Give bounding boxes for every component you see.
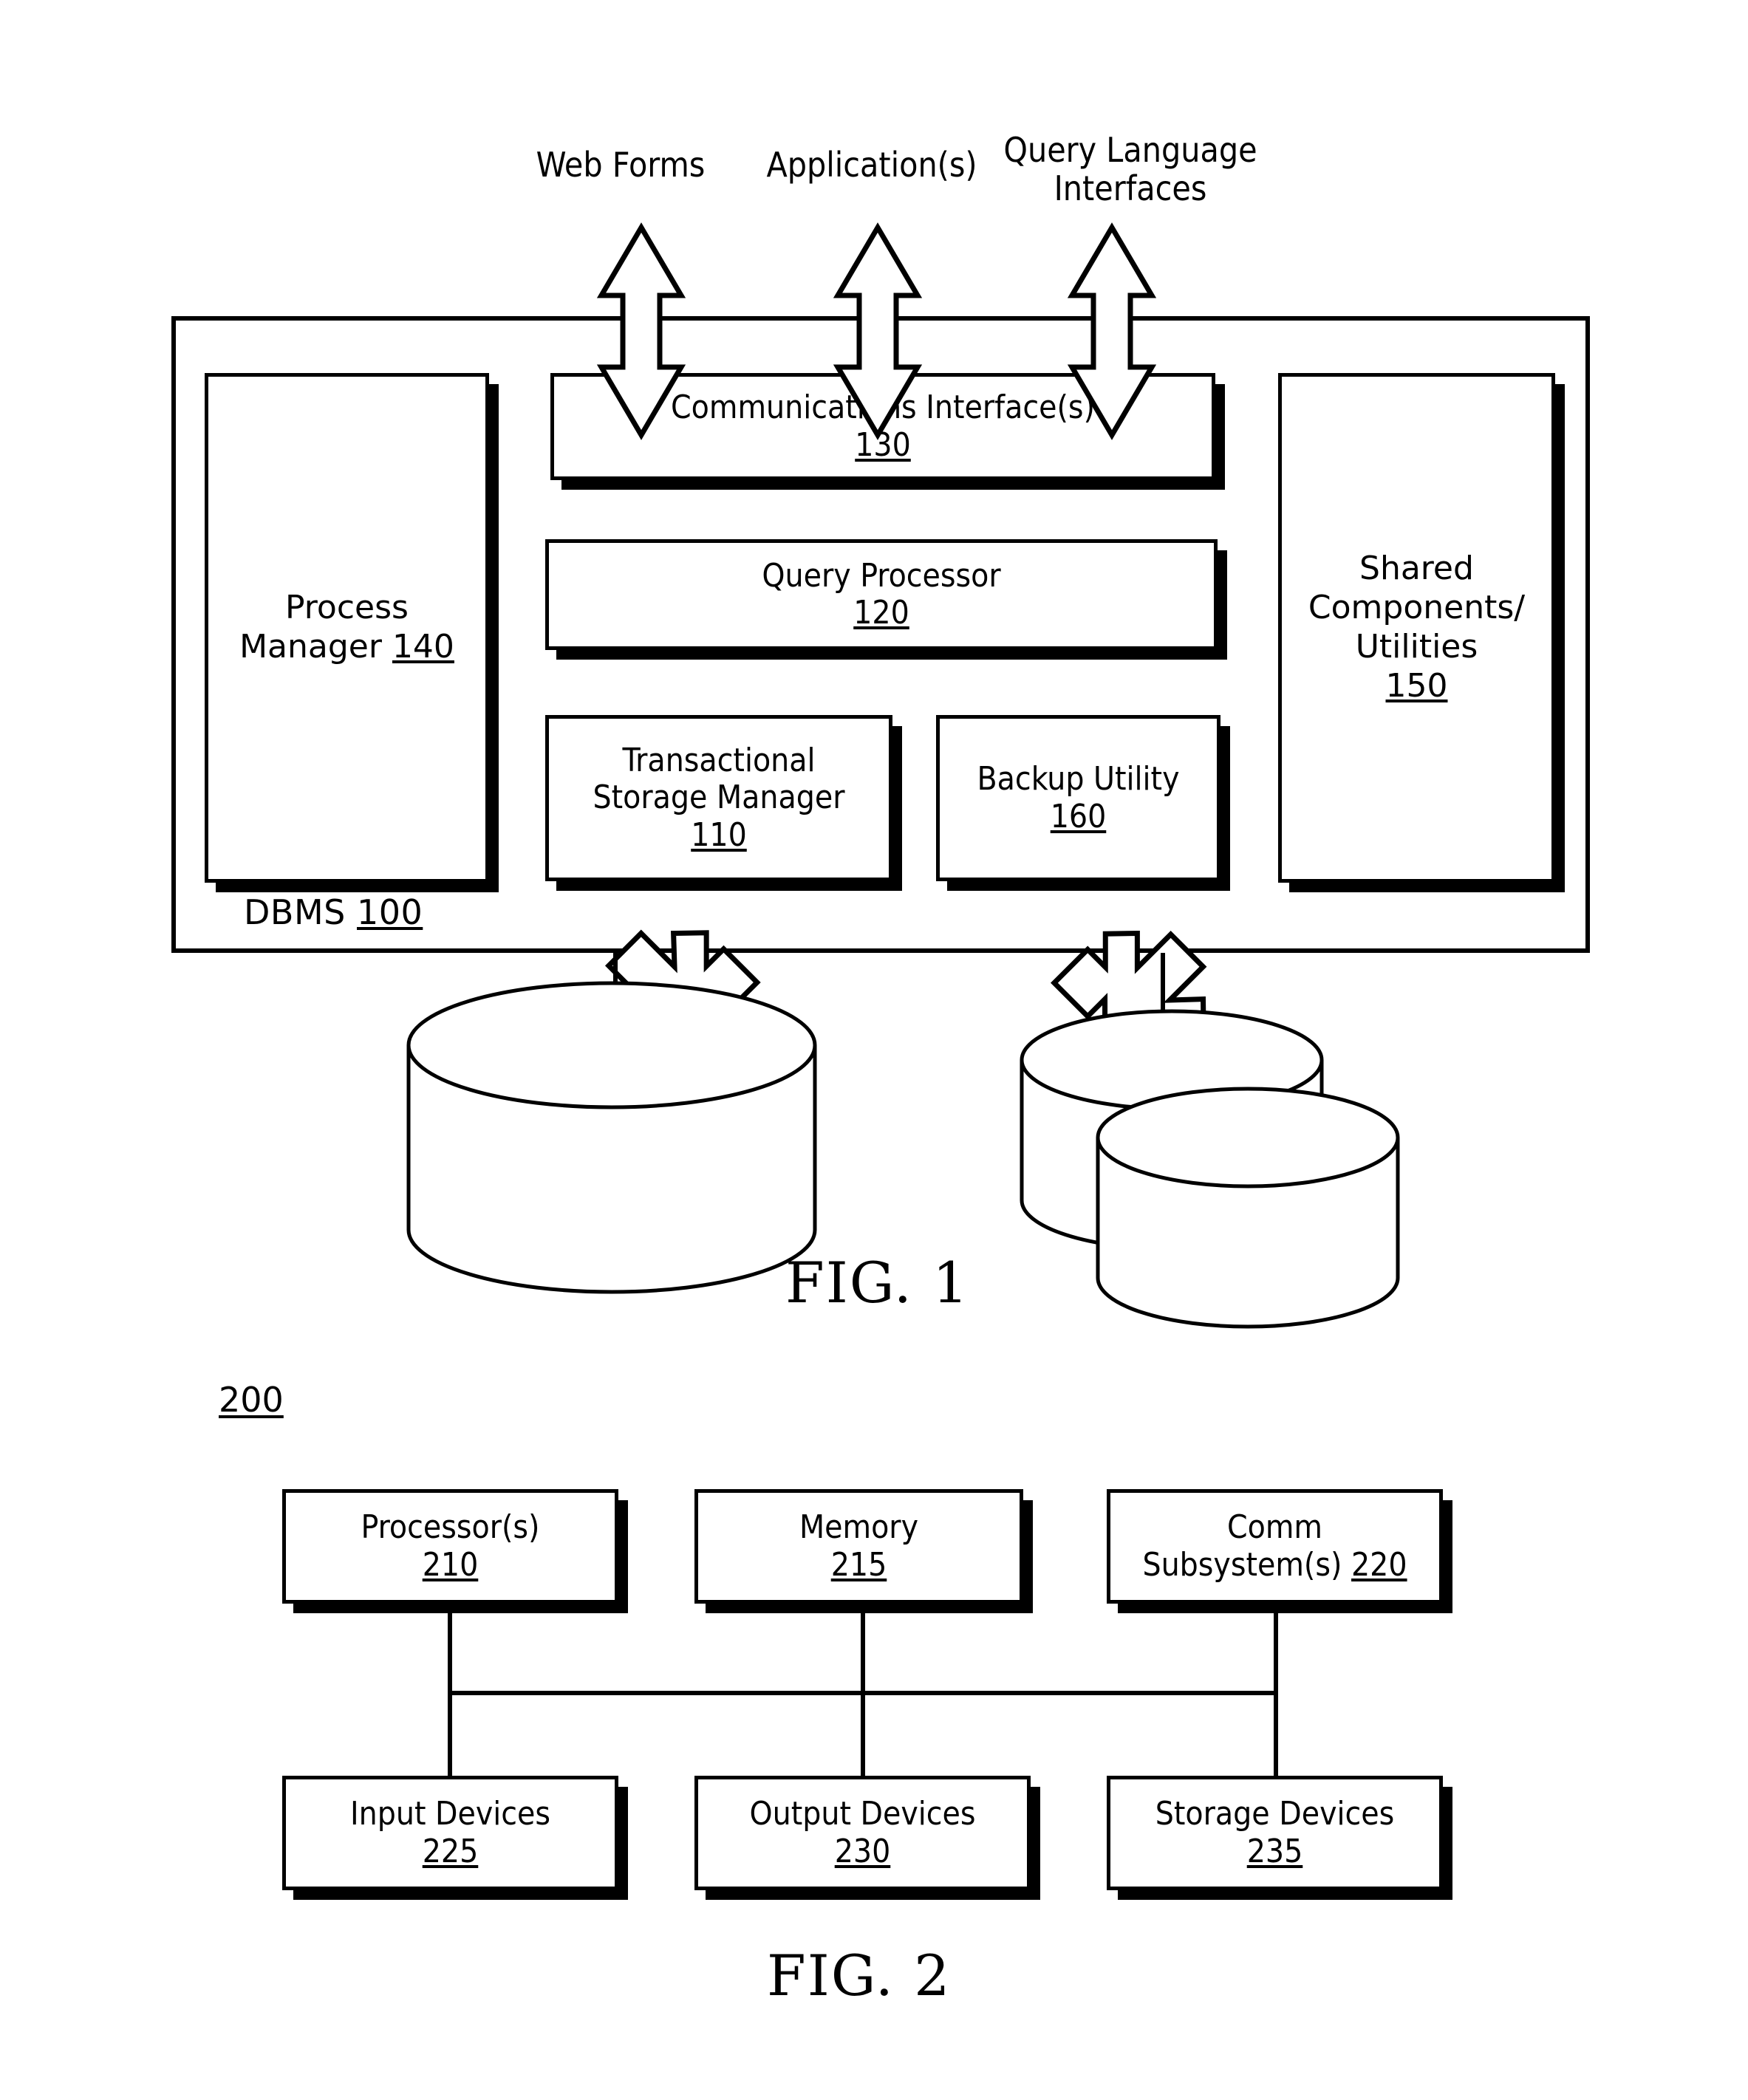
box-shared-components-utilities[interactable]: Shared Components/ Utilities 150 xyxy=(1278,373,1555,883)
box-query-processor-title: Query Processor xyxy=(762,556,1001,595)
interface-label-applications: Application(s) xyxy=(766,145,977,185)
box-output-devices-number: 230 xyxy=(834,1832,891,1870)
cylinder-180-back xyxy=(1020,1009,1324,1251)
box-backup-utility[interactable]: Backup Utility 160 xyxy=(936,715,1220,881)
box-input-devices-title: Input Devices xyxy=(349,1795,551,1833)
box-memory-content: Memory 215 xyxy=(792,1509,926,1583)
figure-1-caption: FIG. 1 xyxy=(785,1250,970,1316)
box-communications-interface-number: 130 xyxy=(855,425,911,464)
storage-170-number: 170 xyxy=(584,1152,649,1192)
box-communications-interface-title: Communications Interface(s) xyxy=(671,389,1095,427)
box-process-manager-number: 140 xyxy=(392,628,454,666)
box-transactional-storage-manager-title: Transactional Storage Manager xyxy=(593,742,845,817)
box-process-manager-content: Process Manager 140 xyxy=(232,589,462,667)
box-storage-devices-title: Storage Devices xyxy=(1155,1795,1395,1833)
box-communications-interface-content: Communications Interface(s) 130 xyxy=(663,389,1102,463)
figure-2-system-number: 200 xyxy=(219,1380,284,1420)
box-storage-devices-content: Storage Devices 235 xyxy=(1148,1796,1402,1870)
box-processors-title: Processor(s) xyxy=(361,1508,540,1547)
box-query-processor-number: 120 xyxy=(853,594,909,632)
box-output-devices-title: Output Devices xyxy=(749,1795,976,1833)
box-processors[interactable]: Processor(s) 210 xyxy=(282,1489,618,1604)
box-backup-utility-number: 160 xyxy=(1050,797,1107,835)
box-storage-devices-number: 235 xyxy=(1246,1832,1303,1870)
cylinder-170 xyxy=(406,981,817,1294)
box-query-processor-content: Query Processor 120 xyxy=(754,556,1008,632)
box-input-devices-number: 225 xyxy=(422,1832,479,1870)
box-backup-utility-title: Backup Utility xyxy=(977,760,1180,798)
box-input-devices[interactable]: Input Devices 225 xyxy=(282,1776,618,1890)
interface-label-web-forms: Web Forms xyxy=(536,145,706,185)
box-memory-number: 215 xyxy=(830,1545,887,1584)
box-comm-subsystems-content: Comm Subsystem(s) 220 xyxy=(1135,1509,1414,1583)
dbms-label: DBMS 100 xyxy=(244,892,423,932)
box-comm-subsystems[interactable]: Comm Subsystem(s) 220 xyxy=(1107,1489,1443,1604)
box-processors-number: 210 xyxy=(422,1545,479,1584)
box-communications-interface[interactable]: Communications Interface(s) 130 xyxy=(550,373,1215,480)
dbms-reference-number: 100 xyxy=(357,892,423,932)
dbms-label-text: DBMS xyxy=(244,892,346,932)
box-memory[interactable]: Memory 215 xyxy=(694,1489,1023,1604)
box-storage-devices[interactable]: Storage Devices 235 xyxy=(1107,1776,1443,1890)
box-memory-title: Memory xyxy=(799,1508,918,1547)
box-backup-utility-content: Backup Utility 160 xyxy=(970,761,1187,835)
figure-2-caption: FIG. 2 xyxy=(767,1943,952,2008)
box-output-devices[interactable]: Output Devices 230 xyxy=(694,1776,1031,1890)
box-query-processor[interactable]: Query Processor 120 xyxy=(545,539,1218,650)
box-shared-components-utilities-number: 150 xyxy=(1385,666,1448,705)
box-process-manager-title: Process Manager xyxy=(239,589,409,666)
box-shared-components-utilities-content: Shared Components/ Utilities 150 xyxy=(1301,550,1532,705)
box-output-devices-content: Output Devices 230 xyxy=(742,1796,983,1870)
box-shared-components-utilities-title: Shared Components/ Utilities xyxy=(1308,550,1526,666)
box-comm-subsystems-title: Comm Subsystem(s) xyxy=(1142,1508,1342,1584)
box-transactional-storage-manager-number: 110 xyxy=(691,815,747,854)
box-transactional-storage-manager[interactable]: Transactional Storage Manager 110 xyxy=(545,715,892,881)
box-transactional-storage-manager-content: Transactional Storage Manager 110 xyxy=(586,742,853,854)
box-comm-subsystems-number: 220 xyxy=(1351,1545,1407,1584)
box-input-devices-content: Input Devices 225 xyxy=(343,1796,558,1870)
bus-interconnect xyxy=(448,1613,1278,1776)
box-process-manager[interactable]: Process Manager 140 xyxy=(205,373,489,883)
interface-label-query-language-interfaces: Query Language Interfaces xyxy=(1003,130,1257,208)
storage-180-number: 180 xyxy=(1208,1189,1273,1229)
box-processors-content: Processor(s) 210 xyxy=(354,1509,547,1583)
